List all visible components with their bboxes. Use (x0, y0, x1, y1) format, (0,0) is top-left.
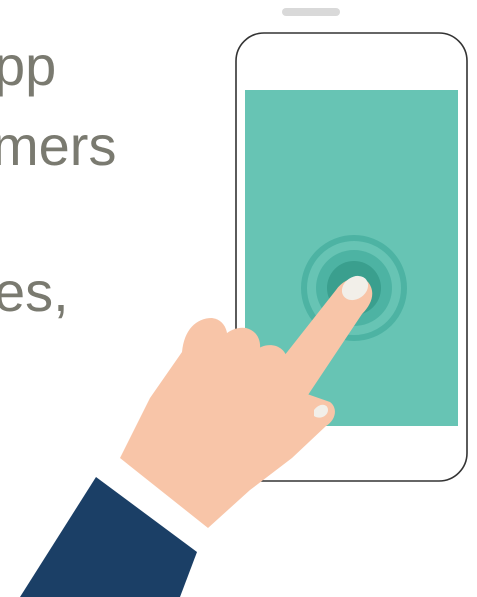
phone-speaker-bar (282, 8, 340, 16)
hand-tapping-smartphone-icon (20, 8, 468, 597)
canvas: pp mers es, (0, 0, 477, 597)
